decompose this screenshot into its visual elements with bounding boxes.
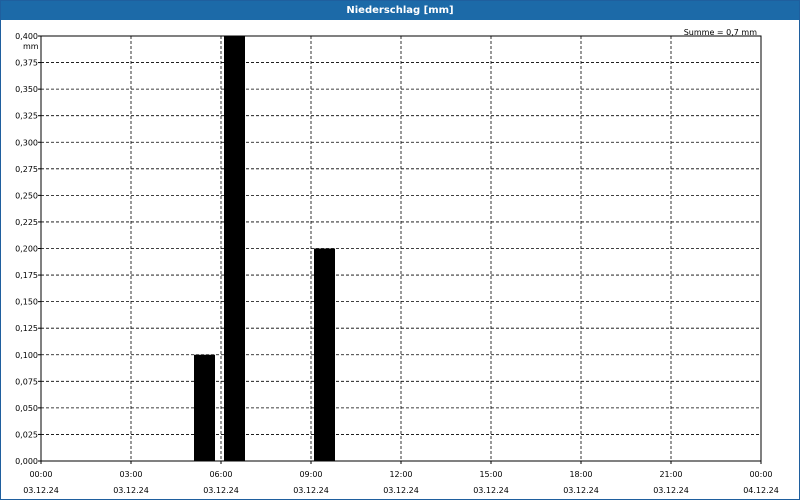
y-tick-label: 0,050 — [15, 404, 38, 413]
y-tick-label: 0,200 — [15, 245, 38, 254]
y-axis-label: mm — [23, 42, 39, 51]
y-tick-label: 0,325 — [15, 112, 38, 121]
y-tick-label: 0,225 — [15, 218, 38, 227]
y-tick-label: 0,175 — [15, 271, 38, 280]
y-tick-label: 0,000 — [15, 457, 38, 466]
precipitation-bar — [314, 248, 335, 461]
y-tick-label: 0,400 — [15, 32, 38, 41]
x-tick-date-label: 03.12.24 — [293, 486, 329, 495]
x-tick-time-label: 21:00 — [659, 470, 682, 479]
y-tick-label: 0,350 — [15, 85, 38, 94]
y-tick-label: 0,150 — [15, 298, 38, 307]
x-tick-time-label: 09:00 — [299, 470, 322, 479]
x-tick-time-label: 12:00 — [389, 470, 412, 479]
x-tick-time-label: 00:00 — [749, 470, 772, 479]
x-tick-time-label: 15:00 — [479, 470, 502, 479]
x-tick-date-label: 03.12.24 — [383, 486, 419, 495]
x-tick-date-label: 03.12.24 — [23, 486, 59, 495]
y-tick-label: 0,375 — [15, 59, 38, 68]
x-tick-date-label: 04.12.24 — [743, 486, 779, 495]
precipitation-bar — [224, 36, 245, 461]
chart-window: Niederschlag [mm] 0,000 0,025 0,050 0,075 0,… — [0, 0, 800, 500]
sum-annotation: Summe = 0,7 mm — [684, 28, 758, 37]
x-tick-time-label: 00:00 — [29, 470, 52, 479]
precipitation-bar — [194, 354, 215, 461]
x-tick-date-label: 03.12.24 — [473, 486, 509, 495]
y-tick-label: 0,075 — [15, 377, 38, 386]
y-tick-label: 0,100 — [15, 351, 38, 360]
x-axis-ticks: 00:00 03.12.24 03:00 03.12.24 06:00 03.12.24 0… — [23, 461, 779, 495]
y-tick-label: 0,300 — [15, 138, 38, 147]
x-tick-date-label: 03.12.24 — [563, 486, 599, 495]
y-tick-label: 0,125 — [15, 324, 38, 333]
y-tick-label: 0,275 — [15, 165, 38, 174]
x-tick-time-label: 03:00 — [119, 470, 142, 479]
x-tick-date-label: 03.12.24 — [203, 486, 239, 495]
x-tick-time-label: 06:00 — [209, 470, 232, 479]
x-tick-date-label: 03.12.24 — [113, 486, 149, 495]
precipitation-chart: 0,000 0,025 0,050 0,075 0,100 0,125 0,150 0,175… — [15, 28, 779, 495]
y-tick-label: 0,250 — [15, 191, 38, 200]
y-tick-label: 0,025 — [15, 430, 38, 439]
x-tick-time-label: 18:00 — [569, 470, 592, 479]
y-axis-ticks: 0,000 0,025 0,050 0,075 0,100 0,125 0,150 0,175… — [15, 32, 41, 466]
x-tick-date-label: 03.12.24 — [653, 486, 689, 495]
